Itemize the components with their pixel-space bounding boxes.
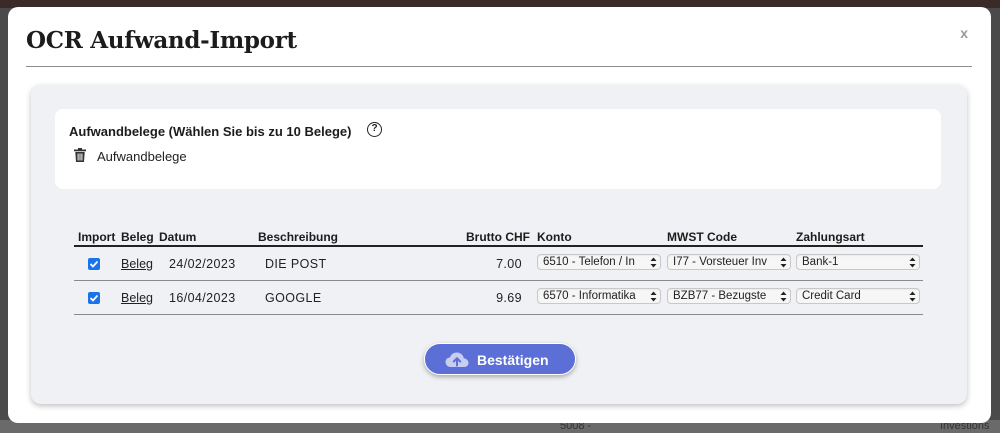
- mwst-value: BZB77 - Bezugste: [673, 290, 767, 302]
- help-icon[interactable]: ?: [367, 122, 382, 137]
- header-datum: Datum: [159, 230, 197, 244]
- datum-cell: 16/04/2023: [169, 291, 236, 305]
- datum-cell: 24/02/2023: [169, 257, 236, 271]
- header-zahlungsart: Zahlungsart: [796, 230, 865, 244]
- zahlungsart-value: Credit Card: [802, 290, 861, 302]
- title-divider: [26, 66, 972, 67]
- konto-value: 6510 - Telefon / In: [543, 256, 635, 268]
- file-label: Aufwandbelege: [97, 149, 187, 164]
- beleg-link[interactable]: Beleg: [121, 291, 153, 305]
- konto-select[interactable]: 6510 - Telefon / In: [537, 254, 661, 270]
- close-button[interactable]: x: [960, 25, 968, 41]
- import-checkbox[interactable]: [88, 258, 100, 270]
- trash-icon[interactable]: [73, 148, 87, 162]
- beschreibung-cell: GOOGLE: [265, 291, 322, 305]
- cloud-upload-icon: [445, 352, 469, 367]
- header-mwst: MWST Code: [667, 230, 737, 244]
- import-checkbox[interactable]: [88, 292, 100, 304]
- upload-card: Aufwandbelege (Wählen Sie bis zu 10 Bele…: [55, 109, 941, 189]
- header-brutto: Brutto CHF: [466, 230, 530, 244]
- modal-title: OCR Aufwand-Import: [26, 27, 297, 54]
- zahlungsart-select[interactable]: Bank-1: [796, 254, 920, 270]
- select-arrows-icon: [650, 257, 657, 268]
- confirm-button[interactable]: Bestätigen: [424, 343, 576, 375]
- konto-select[interactable]: 6570 - Informatika: [537, 288, 661, 304]
- header-beleg: Beleg: [121, 230, 154, 244]
- header-beschreibung: Beschreibung: [258, 230, 339, 244]
- select-arrows-icon: [909, 257, 916, 268]
- brutto-cell: 7.00: [496, 257, 522, 271]
- expense-table: Import Beleg Datum Beschreibung Brutto C…: [74, 225, 923, 315]
- select-arrows-icon: [909, 291, 916, 302]
- zahlungsart-value: Bank-1: [802, 256, 839, 268]
- ocr-import-modal: OCR Aufwand-Import x Aufwandbelege (Wähl…: [8, 7, 991, 423]
- confirm-label: Bestätigen: [477, 352, 549, 368]
- table-row: Beleg 16/04/2023 GOOGLE 9.69 6570 - Info…: [74, 281, 923, 315]
- import-panel: Aufwandbelege (Wählen Sie bis zu 10 Bele…: [31, 85, 967, 404]
- zahlungsart-select[interactable]: Credit Card: [796, 288, 920, 304]
- beleg-link[interactable]: Beleg: [121, 257, 153, 271]
- select-arrows-icon: [780, 291, 787, 302]
- header-konto: Konto: [537, 230, 572, 244]
- upload-heading: Aufwandbelege (Wählen Sie bis zu 10 Bele…: [69, 124, 352, 139]
- mwst-select[interactable]: BZB77 - Bezugste: [667, 288, 791, 304]
- mwst-value: I77 - Vorsteuer Inv: [673, 256, 767, 268]
- table-header: Import Beleg Datum Beschreibung Brutto C…: [74, 225, 923, 247]
- beschreibung-cell: DIE POST: [265, 257, 327, 271]
- select-arrows-icon: [650, 291, 657, 302]
- konto-value: 6570 - Informatika: [543, 290, 636, 302]
- mwst-select[interactable]: I77 - Vorsteuer Inv: [667, 254, 791, 270]
- select-arrows-icon: [780, 257, 787, 268]
- header-import: Import: [78, 230, 116, 244]
- table-row: Beleg 24/02/2023 DIE POST 7.00 6510 - Te…: [74, 247, 923, 281]
- brutto-cell: 9.69: [496, 291, 522, 305]
